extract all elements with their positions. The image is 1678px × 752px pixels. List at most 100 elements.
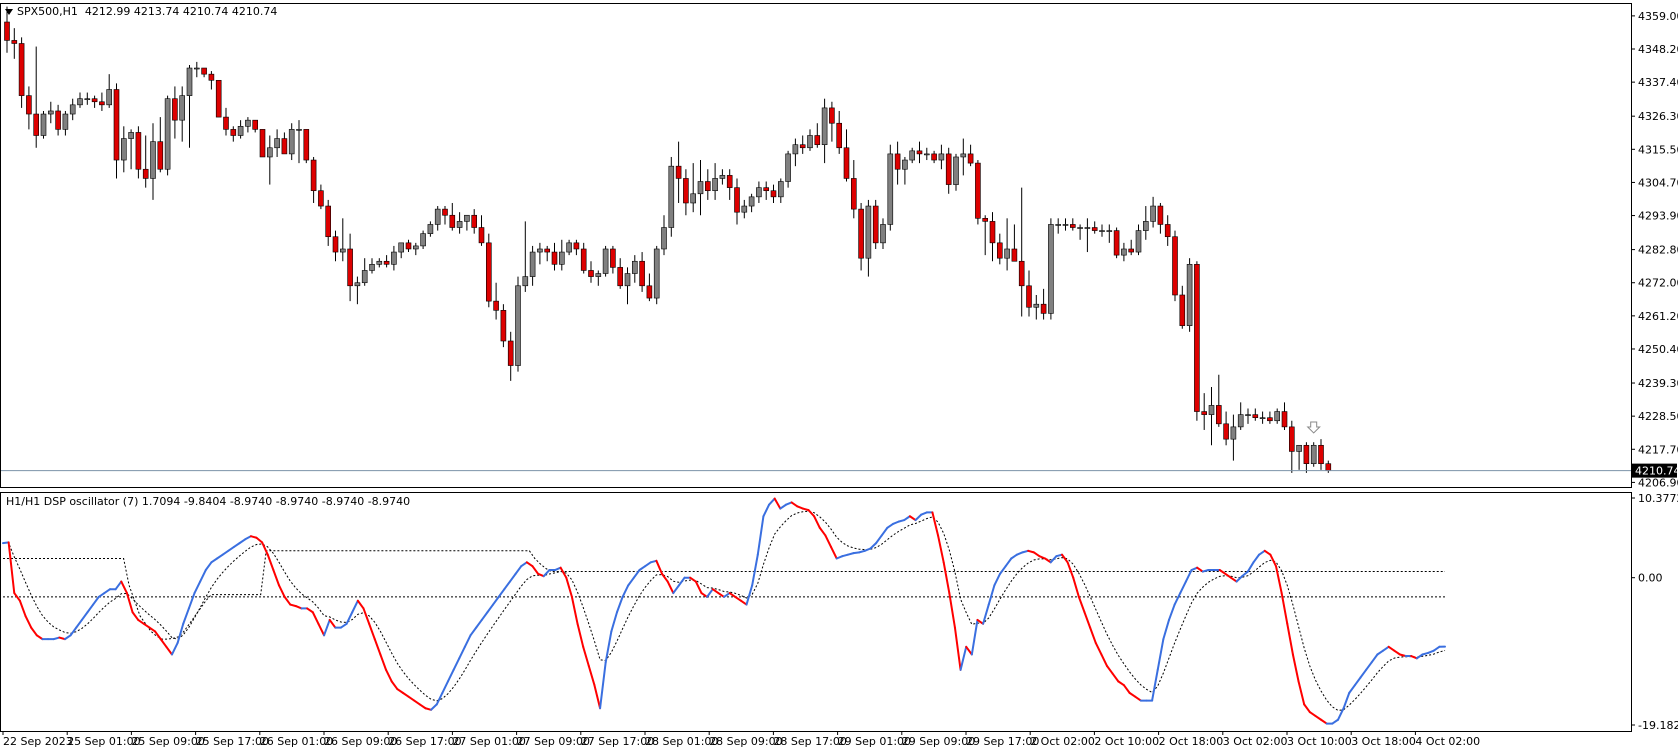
candle-body bbox=[1018, 260, 1025, 287]
oscillator-segment bbox=[520, 561, 528, 568]
candle-body bbox=[894, 153, 901, 170]
candle-body bbox=[274, 138, 280, 149]
candle-body bbox=[515, 285, 521, 366]
candle bbox=[880, 218, 886, 249]
y-tick-label: 4326.30 bbox=[1638, 110, 1678, 123]
time-axis: 22 Sep 202325 Sep 01:0025 Sep 09:0025 Se… bbox=[2, 731, 1480, 748]
candle bbox=[164, 95, 171, 176]
candle-body bbox=[1296, 444, 1302, 452]
oscillator-segment bbox=[762, 503, 771, 518]
oscillator-segment bbox=[278, 584, 286, 598]
oscillator-segment bbox=[1331, 718, 1339, 725]
candle-body bbox=[1208, 405, 1215, 415]
oscillator-segment bbox=[187, 592, 196, 610]
oscillator-segment bbox=[948, 592, 956, 629]
candle-body bbox=[1164, 224, 1171, 238]
y-tick-label: 4228.50 bbox=[1638, 410, 1678, 423]
candle-body bbox=[646, 285, 653, 299]
candle-body bbox=[77, 98, 83, 106]
candle-body bbox=[843, 147, 850, 179]
x-tick-label: 2 Oct 18:00 bbox=[1159, 735, 1224, 748]
oscillator-segment bbox=[773, 497, 782, 510]
oscillator-segment bbox=[418, 703, 427, 710]
candle bbox=[1245, 408, 1251, 424]
oscillator-segment bbox=[677, 576, 686, 587]
candle bbox=[1318, 439, 1324, 470]
oscillator-segment bbox=[880, 526, 889, 537]
oscillator-segment bbox=[351, 599, 359, 614]
oscillator-segment bbox=[717, 592, 725, 598]
dropdown-triangle-icon[interactable] bbox=[5, 9, 13, 15]
candle-body bbox=[982, 218, 989, 222]
candle-body bbox=[449, 214, 456, 228]
oscillator-segment bbox=[1072, 576, 1080, 598]
oscillator-segment bbox=[582, 645, 590, 668]
oscillator-segment bbox=[1134, 695, 1142, 702]
candle bbox=[829, 101, 835, 142]
candle-body bbox=[916, 150, 923, 155]
oscillator-segment bbox=[1156, 638, 1165, 671]
oscillator-segment bbox=[1077, 595, 1086, 614]
oscillator-segment bbox=[1365, 661, 1373, 671]
candle-body bbox=[1128, 248, 1134, 253]
candle-body bbox=[653, 248, 660, 299]
oscillator-segment bbox=[430, 703, 438, 711]
oscillator-segment bbox=[1387, 645, 1396, 652]
candle-body bbox=[1048, 224, 1054, 314]
oscillator-segment bbox=[176, 622, 185, 644]
candle bbox=[245, 117, 251, 133]
candle bbox=[456, 212, 463, 234]
y-tick-label: 4282.80 bbox=[1638, 244, 1678, 257]
oscillator-segment bbox=[232, 542, 241, 548]
oscillator-segment bbox=[182, 607, 190, 625]
candle-body bbox=[1150, 205, 1156, 222]
candle-body bbox=[318, 190, 324, 207]
candle-body bbox=[558, 251, 565, 265]
candle-body bbox=[325, 205, 332, 238]
candle bbox=[639, 252, 645, 292]
candle bbox=[91, 95, 98, 108]
candle bbox=[668, 156, 675, 237]
candle-body bbox=[507, 340, 514, 366]
oscillator-segment bbox=[621, 584, 630, 598]
oscillator-segment bbox=[514, 565, 523, 575]
candle bbox=[194, 61, 200, 78]
y-tick-label: 4239.30 bbox=[1638, 377, 1678, 390]
candle bbox=[398, 242, 405, 259]
candle-body bbox=[938, 153, 945, 161]
candle-body bbox=[756, 187, 762, 198]
oscillator-segment bbox=[638, 565, 647, 572]
candle bbox=[1150, 196, 1156, 228]
oscillator-segment bbox=[508, 572, 517, 583]
candle-body bbox=[84, 98, 91, 100]
candle-body bbox=[1179, 294, 1186, 326]
x-tick-label: 27 Sep 01:00 bbox=[452, 735, 525, 748]
candle bbox=[318, 184, 324, 210]
candle-body bbox=[1172, 236, 1178, 296]
candle bbox=[763, 181, 770, 200]
oscillator-segment bbox=[570, 595, 579, 625]
oscillator-segment bbox=[818, 526, 827, 537]
candle-body bbox=[434, 208, 441, 225]
candle-body bbox=[1223, 423, 1229, 440]
candle-body bbox=[1135, 230, 1142, 253]
candle-body bbox=[164, 98, 171, 170]
candle bbox=[916, 141, 923, 164]
oscillator-segment bbox=[1179, 580, 1187, 595]
candle-body bbox=[376, 260, 383, 265]
oscillator-frame bbox=[0, 492, 1632, 732]
oscillator-segment bbox=[24, 615, 33, 629]
oscillator-segment bbox=[1229, 576, 1238, 583]
candle-body bbox=[1040, 303, 1047, 314]
y-tick-label: 4250.40 bbox=[1638, 343, 1678, 356]
oscillator-segment bbox=[120, 580, 128, 595]
candle-body bbox=[719, 175, 726, 179]
candle-body bbox=[1106, 230, 1113, 232]
candle-body bbox=[310, 159, 317, 192]
oscillator-segment bbox=[148, 626, 157, 633]
candle-body bbox=[245, 119, 251, 127]
candle bbox=[683, 169, 689, 216]
candle bbox=[1310, 442, 1317, 467]
candle bbox=[179, 86, 185, 142]
candle bbox=[960, 138, 967, 176]
